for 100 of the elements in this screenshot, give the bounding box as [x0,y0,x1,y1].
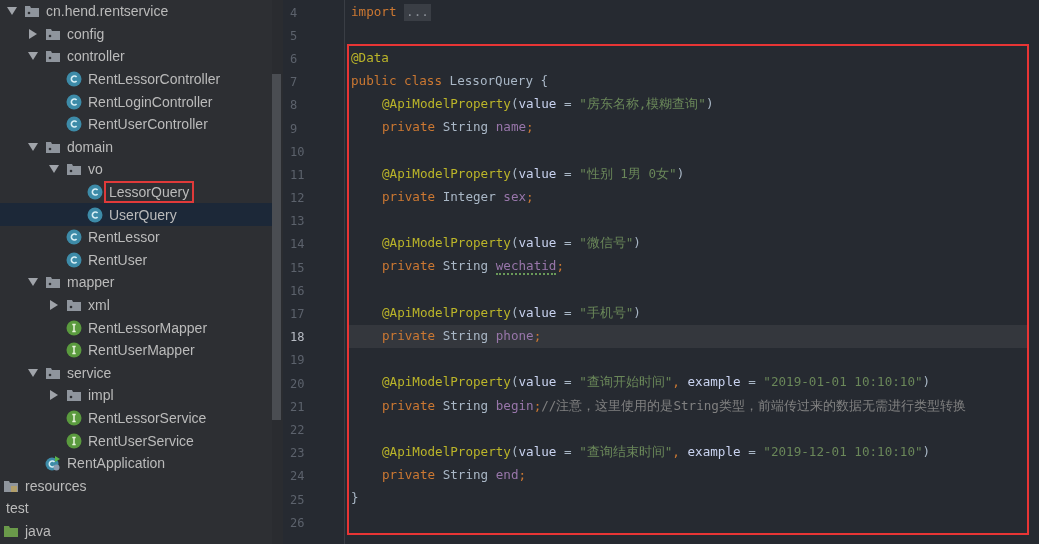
tree-row[interactable]: LessorQuery [0,180,272,204]
tree-label: RentLessorController [87,70,222,89]
interface-icon [66,319,82,336]
line-number: 11 [290,167,305,182]
expanded-arrow-icon[interactable] [7,6,17,17]
interface-icon [66,342,82,359]
class-icon [66,71,82,88]
tree-row[interactable]: RentLoginController [0,90,272,113]
tree-row[interactable]: RentUserService [0,429,272,452]
code-line: @ApiModelProperty(value = "房东名称,模糊查询") [381,96,714,113]
folder-icon [45,48,61,65]
line-number: 13 [290,214,305,229]
code-line: @ApiModelProperty(value = "查询开始时间", example = "2019-01-01 10:10:10") [381,374,931,391]
tree-label: RentUserMapper [87,341,196,360]
folder-icon [45,274,61,291]
tree-row[interactable]: RentUser [0,248,272,272]
tree-label: RentUserService [87,431,195,450]
tree-row[interactable]: UserQuery [0,203,272,226]
expanded-arrow-icon[interactable] [49,164,59,175]
tree-label: test [5,499,30,518]
code-line: @Data [351,49,389,67]
code-line: private String begin;//注意，这里使用的是String类型，前端传过来的数据无需进行类型转换 [381,397,966,414]
interface-icon [66,410,82,426]
class-icon [87,184,103,201]
line-number: 18 [290,330,305,345]
code-line: @ApiModelProperty(value = "性别 1男 0女") [381,165,685,183]
tree-label: vo [87,160,104,179]
code-line: private String end; [381,467,527,484]
tree-label: impl [87,386,115,405]
line-number: 4 [290,5,298,20]
expanded-arrow-icon[interactable] [28,277,38,288]
line-number: 9 [290,121,298,136]
tree-label: config [66,24,106,43]
line-number: 17 [290,307,305,322]
tree-row[interactable]: RentLessorMapper [0,316,272,339]
class-icon [66,116,82,133]
tree-row[interactable]: RentLessorController [0,67,272,91]
interface-icon [66,432,82,449]
code-line: private String phone; [381,328,542,345]
class-icon [66,251,82,268]
tree-row[interactable]: RentApplication [0,451,272,475]
collapsed-arrow-icon[interactable] [49,300,59,310]
line-number: 12 [290,191,305,206]
line-number: 8 [290,98,298,113]
tree-label: LessorQuery [106,183,193,202]
tree-label: domain [66,137,114,156]
tree-label: RentApplication [66,454,167,473]
tree-row[interactable]: RentUserController [0,112,272,136]
code-line: @ApiModelProperty(value = "微信号") [381,235,641,252]
line-number: 7 [290,75,298,90]
tree-label: RentLessor [87,228,161,247]
tree-label: RentUserController [87,115,209,134]
expanded-arrow-icon[interactable] [28,367,38,378]
line-number: 6 [290,51,298,66]
code-line: public class LessorQuery { [351,72,549,90]
code-line: @ApiModelProperty(value = "手机号") [381,304,641,322]
class-icon [66,93,82,110]
line-number: 10 [290,144,305,159]
code-line: @ApiModelProperty(value = "查询结束时间", example = "2019-12-01 10:10:10") [381,443,931,461]
line-number: 19 [290,353,305,368]
tree-label: UserQuery [108,205,178,224]
collapsed-arrow-icon[interactable] [28,28,38,39]
folder-icon [66,297,82,313]
code-line: private String name; [381,119,534,136]
folder-icon [66,387,82,404]
tree-label: xml [87,296,111,314]
code-line: } [351,490,359,507]
tree-label: cn.hend.rentservice [45,2,170,21]
expanded-arrow-icon[interactable] [28,51,38,62]
tree-label: RentLessorMapper [87,318,209,337]
line-number: 25 [290,492,305,507]
tree-row[interactable]: RentLessor [0,225,272,249]
application-icon [45,455,61,472]
line-number: 21 [290,399,305,414]
expanded-arrow-icon[interactable] [28,141,38,152]
line-number: 22 [290,422,305,437]
folder-icon [24,3,40,20]
tree-label: RentUser [87,250,149,269]
tree-label: service [66,363,113,382]
collapsed-arrow-icon[interactable] [49,390,59,401]
line-number: 20 [290,376,305,391]
tree-label: java [23,521,52,540]
line-number: 14 [290,237,305,252]
tree-label: controller [66,47,126,66]
tree-label: mapper [66,273,116,292]
line-number: 24 [290,469,305,484]
line-number: 5 [290,28,298,43]
line-number: 23 [290,446,305,461]
line-number: 26 [290,515,305,530]
line-number: 15 [290,260,305,275]
class-icon [66,229,82,246]
tree-row[interactable]: RentUserMapper [0,338,272,362]
tree-label: RentLessorService [87,409,208,427]
code-line: import ... [351,4,431,21]
tree-row[interactable]: RentLessorService [0,406,272,430]
code-line: private String wechatid; [381,258,564,275]
tree-label: RentLoginController [87,92,214,111]
tree-label: resources [24,476,88,495]
folder-icon [66,161,82,178]
code-line: private Integer sex; [381,188,534,206]
